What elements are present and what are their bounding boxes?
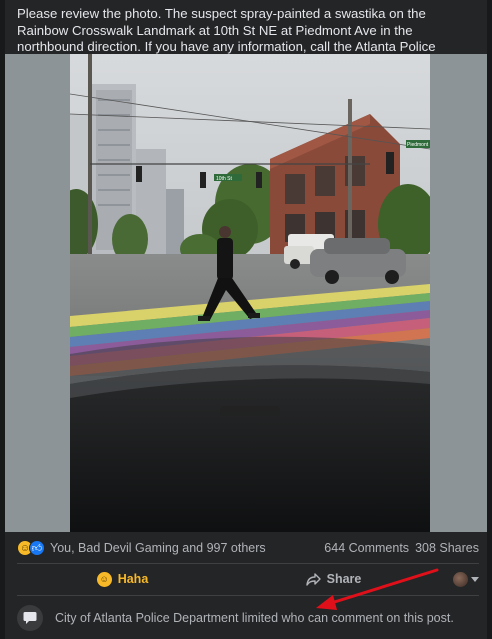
limited-comments-notice: City of Atlanta Police Department limite… — [17, 603, 479, 633]
reaction-summary[interactable]: You, Bad Devil Gaming and 997 others — [50, 541, 324, 555]
audience-selector[interactable] — [439, 571, 479, 587]
limited-notice-text: City of Atlanta Police Department limite… — [55, 611, 454, 625]
haha-label: Haha — [117, 572, 149, 586]
chevron-down-icon — [471, 576, 479, 582]
street-sign-text-2: Piedmont — [407, 142, 429, 148]
reaction-icons[interactable]: ☺ 👍︎ — [17, 540, 45, 556]
haha-icon: ☺ — [96, 571, 112, 587]
actions-row: ☺ Haha Share — [17, 564, 479, 594]
like-icon: 👍︎ — [29, 540, 45, 556]
divider — [17, 595, 479, 596]
street-sign-text: 10th St — [216, 176, 232, 182]
shares-count[interactable]: 308 Shares — [415, 541, 479, 555]
comments-count[interactable]: 644 Comments — [324, 541, 409, 555]
street-scene-image: 10th St Piedmont — [70, 54, 430, 532]
photo-container[interactable]: 10th St Piedmont — [5, 54, 487, 532]
reactions-row: ☺ 👍︎ You, Bad Devil Gaming and 997 other… — [17, 536, 479, 560]
haha-button[interactable]: ☺ Haha — [17, 564, 228, 594]
post-card: Please review the photo. The suspect spr… — [5, 0, 487, 639]
share-label: Share — [326, 572, 362, 586]
share-button[interactable]: Share — [228, 564, 439, 594]
avatar — [453, 571, 468, 587]
post-photo[interactable]: 10th St Piedmont — [70, 54, 430, 532]
comment-bubble-icon — [17, 605, 43, 631]
share-icon — [305, 572, 321, 586]
post-stats: 644 Comments 308 Shares — [324, 541, 479, 555]
